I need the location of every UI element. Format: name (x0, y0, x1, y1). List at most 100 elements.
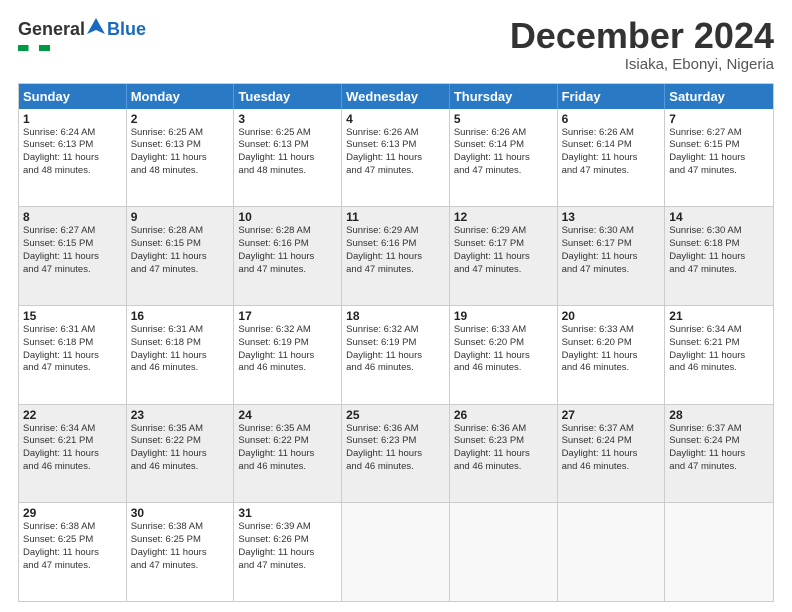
sunset-line: Sunset: 6:23 PM (346, 435, 445, 448)
daylight-line: Daylight: 11 hours (562, 152, 661, 165)
day-cell-25: 25Sunrise: 6:36 AMSunset: 6:23 PMDayligh… (342, 405, 450, 503)
title-section: December 2024 Isiaka, Ebonyi, Nigeria (510, 16, 774, 73)
sunset-line: Sunset: 6:16 PM (238, 238, 337, 251)
daylight-minutes-line: and 47 minutes. (131, 560, 230, 573)
sunrise-line: Sunrise: 6:30 AM (562, 225, 661, 238)
daylight-minutes-line: and 47 minutes. (669, 461, 769, 474)
daylight-line: Daylight: 11 hours (238, 251, 337, 264)
daylight-minutes-line: and 46 minutes. (454, 461, 553, 474)
day-number: 31 (238, 506, 337, 520)
day-number: 20 (562, 309, 661, 323)
daylight-line: Daylight: 11 hours (23, 251, 122, 264)
day-number: 1 (23, 112, 122, 126)
daylight-line: Daylight: 11 hours (562, 350, 661, 363)
page: General Blue December 2024 Isiaka, Ebony… (0, 0, 792, 612)
sunset-line: Sunset: 6:15 PM (669, 139, 769, 152)
day-cell-13: 13Sunrise: 6:30 AMSunset: 6:17 PMDayligh… (558, 207, 666, 305)
daylight-line: Daylight: 11 hours (454, 152, 553, 165)
sunrise-line: Sunrise: 6:37 AM (562, 423, 661, 436)
day-cell-18: 18Sunrise: 6:32 AMSunset: 6:19 PMDayligh… (342, 306, 450, 404)
day-number: 2 (131, 112, 230, 126)
day-number: 7 (669, 112, 769, 126)
sunrise-line: Sunrise: 6:39 AM (238, 521, 337, 534)
day-number: 28 (669, 408, 769, 422)
day-number: 19 (454, 309, 553, 323)
day-cell-12: 12Sunrise: 6:29 AMSunset: 6:17 PMDayligh… (450, 207, 558, 305)
sunrise-line: Sunrise: 6:33 AM (454, 324, 553, 337)
day-cell-15: 15Sunrise: 6:31 AMSunset: 6:18 PMDayligh… (19, 306, 127, 404)
daylight-line: Daylight: 11 hours (454, 350, 553, 363)
day-number: 4 (346, 112, 445, 126)
sunrise-line: Sunrise: 6:26 AM (454, 127, 553, 140)
sunrise-line: Sunrise: 6:26 AM (562, 127, 661, 140)
daylight-line: Daylight: 11 hours (23, 547, 122, 560)
location-title: Isiaka, Ebonyi, Nigeria (510, 56, 774, 73)
day-cell-16: 16Sunrise: 6:31 AMSunset: 6:18 PMDayligh… (127, 306, 235, 404)
sunrise-line: Sunrise: 6:30 AM (669, 225, 769, 238)
day-cell-19: 19Sunrise: 6:33 AMSunset: 6:20 PMDayligh… (450, 306, 558, 404)
day-cell-27: 27Sunrise: 6:37 AMSunset: 6:24 PMDayligh… (558, 405, 666, 503)
sunrise-line: Sunrise: 6:34 AM (669, 324, 769, 337)
day-cell-24: 24Sunrise: 6:35 AMSunset: 6:22 PMDayligh… (234, 405, 342, 503)
day-cell-28: 28Sunrise: 6:37 AMSunset: 6:24 PMDayligh… (665, 405, 773, 503)
logo-general: General (18, 19, 85, 40)
day-cell-9: 9Sunrise: 6:28 AMSunset: 6:15 PMDaylight… (127, 207, 235, 305)
day-number: 8 (23, 210, 122, 224)
daylight-minutes-line: and 48 minutes. (23, 165, 122, 178)
daylight-minutes-line: and 47 minutes. (562, 165, 661, 178)
daylight-line: Daylight: 11 hours (346, 152, 445, 165)
day-number: 30 (131, 506, 230, 520)
daylight-line: Daylight: 11 hours (23, 152, 122, 165)
calendar-body: 1Sunrise: 6:24 AMSunset: 6:13 PMDaylight… (19, 109, 773, 601)
day-header-thursday: Thursday (450, 84, 558, 109)
daylight-line: Daylight: 11 hours (454, 448, 553, 461)
day-cell-5: 5Sunrise: 6:26 AMSunset: 6:14 PMDaylight… (450, 109, 558, 207)
daylight-minutes-line: and 47 minutes. (346, 264, 445, 277)
daylight-minutes-line: and 46 minutes. (238, 461, 337, 474)
day-header-sunday: Sunday (19, 84, 127, 109)
sunset-line: Sunset: 6:16 PM (346, 238, 445, 251)
logo-blue: Blue (107, 19, 146, 40)
sunrise-line: Sunrise: 6:35 AM (131, 423, 230, 436)
day-cell-20: 20Sunrise: 6:33 AMSunset: 6:20 PMDayligh… (558, 306, 666, 404)
sunset-line: Sunset: 6:20 PM (562, 337, 661, 350)
day-header-tuesday: Tuesday (234, 84, 342, 109)
sunrise-line: Sunrise: 6:38 AM (23, 521, 122, 534)
daylight-minutes-line: and 47 minutes. (238, 264, 337, 277)
sunrise-line: Sunrise: 6:36 AM (346, 423, 445, 436)
sunrise-line: Sunrise: 6:34 AM (23, 423, 122, 436)
sunset-line: Sunset: 6:20 PM (454, 337, 553, 350)
sunrise-line: Sunrise: 6:35 AM (238, 423, 337, 436)
day-number: 12 (454, 210, 553, 224)
day-number: 16 (131, 309, 230, 323)
daylight-line: Daylight: 11 hours (131, 251, 230, 264)
sunrise-line: Sunrise: 6:33 AM (562, 324, 661, 337)
calendar-row-1: 1Sunrise: 6:24 AMSunset: 6:13 PMDaylight… (19, 109, 773, 208)
daylight-minutes-line: and 46 minutes. (238, 362, 337, 375)
sunset-line: Sunset: 6:19 PM (346, 337, 445, 350)
sunset-line: Sunset: 6:17 PM (562, 238, 661, 251)
day-number: 29 (23, 506, 122, 520)
sunset-line: Sunset: 6:18 PM (669, 238, 769, 251)
daylight-minutes-line: and 47 minutes. (131, 264, 230, 277)
sunrise-line: Sunrise: 6:31 AM (131, 324, 230, 337)
day-header-wednesday: Wednesday (342, 84, 450, 109)
day-cell-30: 30Sunrise: 6:38 AMSunset: 6:25 PMDayligh… (127, 503, 235, 601)
sunset-line: Sunset: 6:21 PM (23, 435, 122, 448)
day-cell-4: 4Sunrise: 6:26 AMSunset: 6:13 PMDaylight… (342, 109, 450, 207)
sunset-line: Sunset: 6:26 PM (238, 534, 337, 547)
daylight-minutes-line: and 48 minutes. (238, 165, 337, 178)
day-number: 23 (131, 408, 230, 422)
sunset-line: Sunset: 6:13 PM (238, 139, 337, 152)
daylight-minutes-line: and 46 minutes. (562, 461, 661, 474)
daylight-line: Daylight: 11 hours (131, 448, 230, 461)
day-header-friday: Friday (558, 84, 666, 109)
day-cell-22: 22Sunrise: 6:34 AMSunset: 6:21 PMDayligh… (19, 405, 127, 503)
header: General Blue December 2024 Isiaka, Ebony… (18, 16, 774, 73)
logo-flag (18, 45, 50, 51)
day-cell-8: 8Sunrise: 6:27 AMSunset: 6:15 PMDaylight… (19, 207, 127, 305)
daylight-minutes-line: and 47 minutes. (562, 264, 661, 277)
daylight-line: Daylight: 11 hours (131, 547, 230, 560)
day-number: 15 (23, 309, 122, 323)
daylight-line: Daylight: 11 hours (562, 448, 661, 461)
